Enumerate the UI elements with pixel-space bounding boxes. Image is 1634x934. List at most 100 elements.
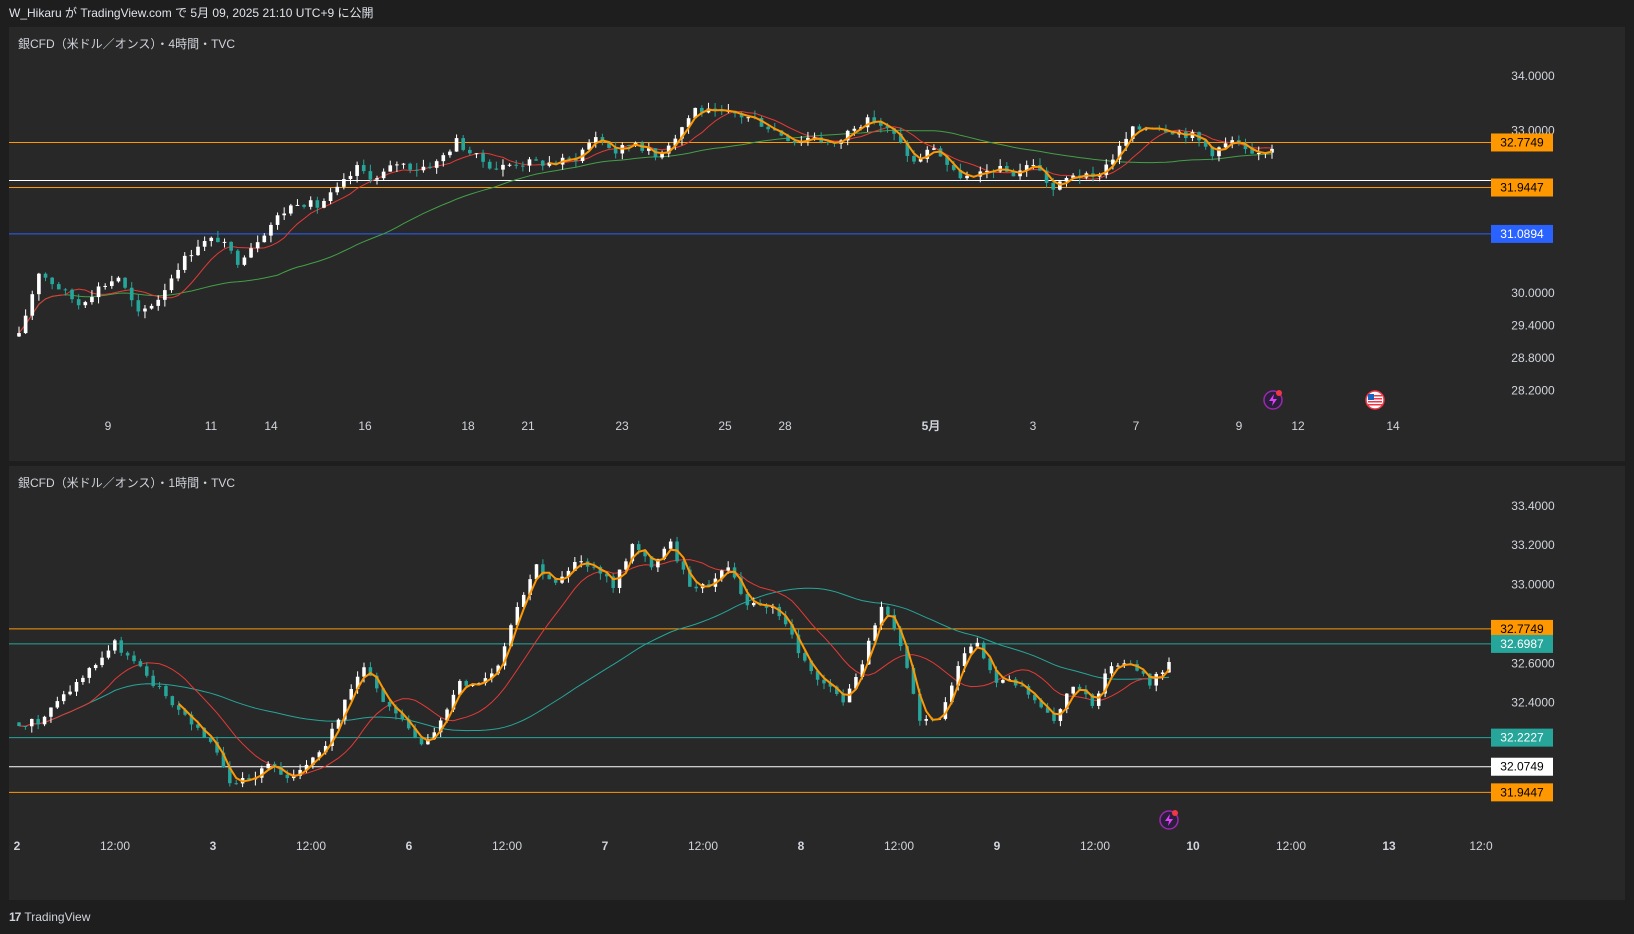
candle-body (113, 640, 117, 651)
candle-body (50, 277, 54, 285)
candle-body (1116, 665, 1120, 667)
x-tick-label: 12:00 (688, 839, 718, 853)
candle-body (136, 300, 141, 312)
candle-body (375, 178, 379, 180)
candle-body (151, 675, 155, 687)
candle-body (315, 200, 320, 208)
candle-body (726, 567, 730, 571)
candle-body (61, 694, 66, 702)
y-tick-label: 29.4000 (1511, 319, 1555, 333)
candle-body (328, 192, 333, 201)
candle-body (872, 117, 877, 122)
candle-body (90, 297, 94, 303)
candle-body (164, 686, 168, 697)
candle-body (627, 145, 631, 147)
candle-body (746, 117, 751, 119)
tradingview-logo[interactable]: 17 TradingView (9, 910, 90, 924)
candle-body (269, 224, 273, 236)
candle-body (55, 701, 60, 708)
candle-body (235, 250, 240, 265)
candle-body (421, 166, 426, 171)
candle-body (308, 200, 313, 207)
candle-body (401, 163, 406, 165)
candle-body (494, 168, 499, 170)
x-tick-label: 11 (205, 419, 218, 433)
candle-body (189, 255, 194, 257)
chart-1h-svg[interactable]: 33.4000 33.2000 33.0000 32.6000 32.4000 32.77… (9, 466, 1625, 900)
candle-body (414, 169, 419, 171)
candle-body (1031, 164, 1036, 166)
candle-body (100, 657, 104, 666)
chart-pane-1h[interactable]: 33.4000 33.2000 33.0000 32.6000 32.4000 32.77… (9, 466, 1625, 900)
candle-body (266, 763, 270, 769)
candle-body (1160, 672, 1165, 674)
candle-body (579, 561, 583, 563)
x-tick-label: 12 (1291, 419, 1305, 433)
lightning-icon[interactable] (1159, 810, 1179, 830)
candle-body (975, 642, 980, 647)
tradingview-logo-icon: 17 (9, 910, 21, 924)
candle-body (487, 161, 492, 169)
candle-body (534, 159, 538, 161)
candle-body (322, 200, 326, 208)
candle-body (361, 165, 366, 172)
candle-body (262, 235, 267, 243)
candle-body (745, 593, 750, 606)
candle-body (169, 278, 174, 291)
candle-body (30, 718, 34, 727)
candle-body (454, 138, 459, 152)
price-level-label: 31.0894 (1500, 227, 1544, 241)
candle-body (362, 667, 366, 677)
candle-body (766, 126, 770, 130)
chart-title-1h: 銀CFD（米ドル／オンス）・1時間・TVC (18, 476, 236, 490)
candle-body (965, 175, 969, 179)
us-flag-icon[interactable] (1365, 390, 1385, 410)
candle-body (514, 164, 519, 166)
x-tick-label: 3 (210, 839, 217, 853)
candle-body (636, 544, 641, 551)
candle-body (408, 163, 412, 170)
chart-pane-4h[interactable]: 34.0000 33.0000 30.0000 29.4000 28.8000 28.20… (9, 27, 1625, 461)
x-tick-label: 9 (994, 839, 1001, 853)
price-level-label: 32.6987 (1500, 637, 1544, 651)
candle-body (216, 237, 220, 243)
candle-body (249, 248, 253, 258)
candle-body (694, 586, 698, 589)
candle-body (68, 691, 72, 695)
x-tick-label: 18 (461, 419, 475, 433)
candle-body (467, 149, 472, 154)
candle-body (132, 655, 136, 662)
candle-body (461, 138, 466, 150)
candle-body (202, 241, 207, 247)
x-tick-label: 14 (264, 419, 278, 433)
price-level-label: 31.9447 (1500, 181, 1544, 195)
price-level-label: 31.9447 (1500, 785, 1544, 799)
candle-body (56, 284, 61, 290)
candle-body (87, 668, 92, 678)
lightning-icon[interactable] (1263, 390, 1283, 410)
candle-body (792, 141, 797, 144)
plot-background[interactable] (9, 466, 1625, 900)
candle-body (912, 155, 916, 162)
candle-body (37, 273, 41, 295)
candle-body (567, 157, 572, 159)
candle-body (209, 237, 214, 242)
candle-body (428, 166, 432, 168)
candle-body (275, 215, 280, 225)
x-tick-label: 12:00 (1080, 839, 1110, 853)
candle-body (23, 726, 28, 728)
candle-body (116, 277, 121, 282)
chart-4h-svg[interactable]: 34.000033.000030.000029.400028.800028.20… (9, 27, 1625, 461)
candle-body (103, 285, 108, 287)
x-tick-label: 12:00 (1276, 839, 1306, 853)
candle-body (129, 287, 134, 301)
candle-body (335, 186, 340, 193)
candle-body (36, 718, 40, 725)
candle-body (93, 665, 98, 669)
x-tick-label: 7 (1133, 419, 1140, 433)
candle-body (23, 315, 28, 334)
candle-body (803, 653, 807, 661)
candle-body (932, 148, 936, 150)
y-tick-label: 33.0000 (1511, 578, 1555, 592)
footer: 17 TradingView (0, 904, 1634, 934)
